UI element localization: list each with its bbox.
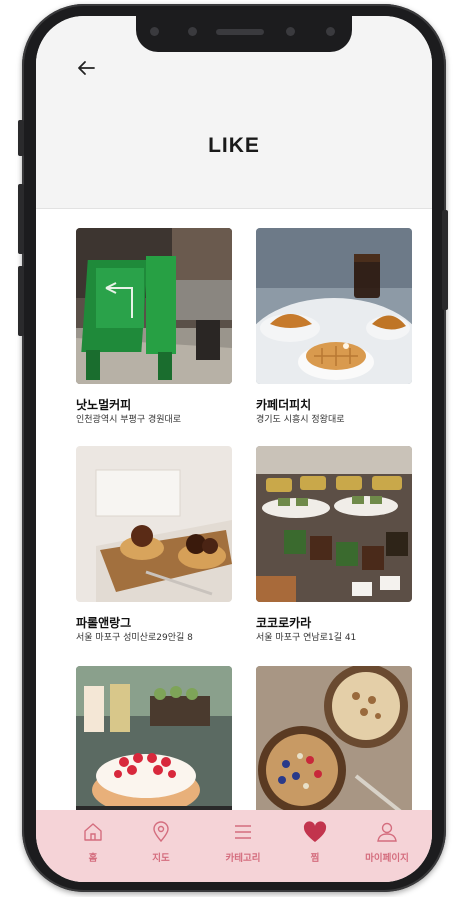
home-icon [84,823,102,841]
camera-dot [188,27,197,36]
cafe-name: 카페더피치 [256,398,312,412]
heart-icon [303,821,327,842]
tab-label: 찜 [310,853,320,864]
tab-label: 지도 [152,853,170,864]
cafe-name: 낫노멀커피 [76,398,132,412]
cafe-name: 파롤앤랑그 [76,616,132,630]
back-button[interactable] [72,54,100,82]
cafe-address: 서울 마포구 연남로1길 41 [256,633,357,643]
sensor-dot [326,27,335,36]
tab-map[interactable]: 지도 [126,820,196,864]
screen: LIKE 낫노멀커피 인천광역시 부평구 경원대로 카페더피치 경기도 시흥시 … [36,16,432,882]
sensor-dot [286,27,295,36]
menu-icon [235,825,251,839]
cafe-photo [76,666,232,822]
cafe-photo [76,446,232,602]
cafe-address: 인천광역시 부평구 경원대로 [76,415,182,425]
cafe-photo [256,228,412,384]
tab-likes[interactable]: 찜 [280,820,350,864]
tab-label: 마이페이지 [365,853,409,864]
map-pin-icon [153,821,169,843]
tab-label: 카테고리 [225,853,261,864]
notch [136,16,352,52]
cafe-card[interactable]: 파롤앤랑그 서울 마포구 성미산로29안길 8 [76,446,232,644]
cafe-card[interactable]: 낫노멀커피 인천광역시 부평구 경원대로 [76,228,232,426]
power-button [442,210,448,310]
cafe-photo [256,446,412,602]
cafe-card[interactable]: 코코로카라 서울 마포구 연남로1길 41 [256,446,412,644]
cafe-address: 경기도 시흥시 정왕대로 [256,415,345,425]
tab-category[interactable]: 카테고리 [208,820,278,864]
arrow-left-icon [78,61,95,75]
bottom-tab-bar: 홈 지도 카테고리 찜 마이페이지 [36,810,432,882]
volume-down-button [18,266,24,336]
mute-switch [18,120,24,156]
speaker-grille [216,29,264,35]
cafe-card[interactable]: 카페더피치 경기도 시흥시 정왕대로 [256,228,412,426]
user-icon [377,822,397,842]
cafe-photo [76,228,232,384]
cafe-address: 서울 마포구 성미산로29안길 8 [76,633,193,643]
volume-up-button [18,184,24,254]
cafe-photo [256,666,412,822]
tab-home[interactable]: 홈 [58,820,128,864]
tab-mypage[interactable]: 마이페이지 [352,820,422,864]
sensor-dot [150,27,159,36]
tab-label: 홈 [88,853,98,864]
page-title: LIKE [208,134,260,157]
cafe-name: 코코로카라 [256,616,312,630]
